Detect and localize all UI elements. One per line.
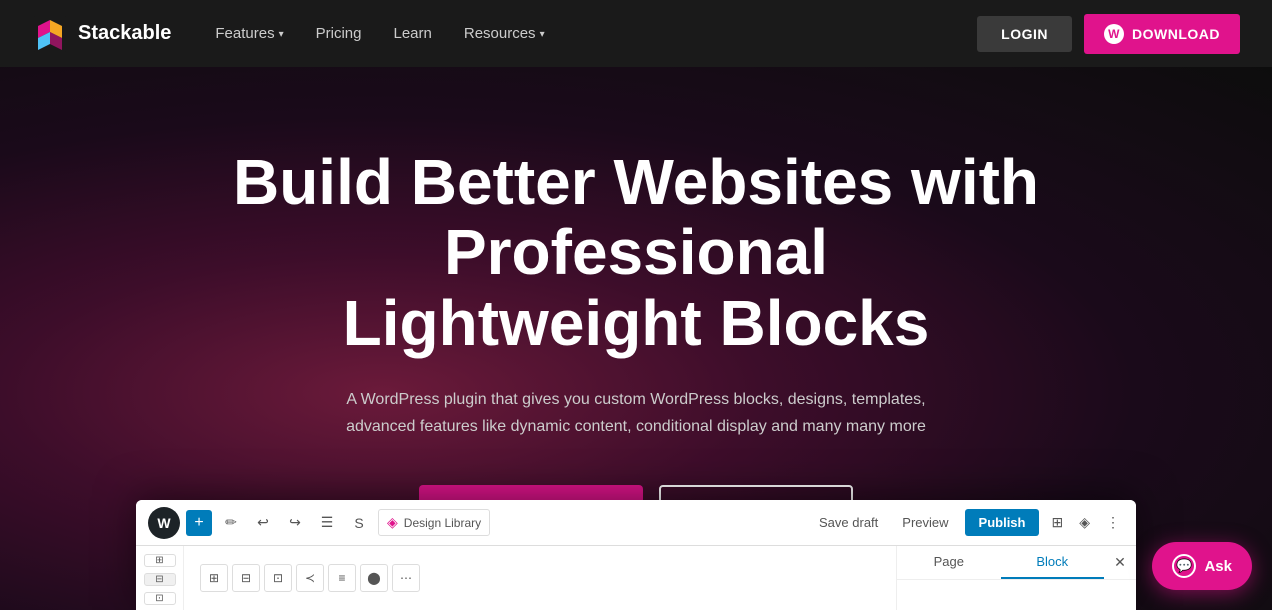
chat-widget[interactable]: 💬 Ask xyxy=(1152,542,1252,590)
block-columns-2-icon[interactable]: ⊟ xyxy=(144,573,176,586)
preview-button[interactable]: Preview xyxy=(894,511,956,534)
block-tool-7[interactable]: ⋯ xyxy=(392,564,420,592)
nav-features[interactable]: Features ▾ xyxy=(203,17,295,50)
block-tool-6[interactable]: ⬤ xyxy=(360,564,388,592)
editor-list-icon[interactable]: ☰ xyxy=(314,510,340,536)
editor-preview: W + ✏ ↩ ↪ ☰ S ◈ Design Library Save draf… xyxy=(136,500,1136,610)
chat-label: Ask xyxy=(1204,558,1232,575)
editor-strike-icon[interactable]: S xyxy=(346,510,372,536)
sidebar-tabs: Page Block ✕ xyxy=(897,546,1136,580)
editor-sidebar-left: ⊞ ⊟ ⊡ ≺≻ ≡ ⬤ ⋯ xyxy=(136,546,184,610)
wp-icon: W xyxy=(1104,24,1124,44)
editor-toolbar: W + ✏ ↩ ↪ ☰ S ◈ Design Library Save draf… xyxy=(136,500,1136,546)
nav-right: LOGIN W DOWNLOAD xyxy=(977,14,1240,54)
block-tool-3[interactable]: ⊡ xyxy=(264,564,292,592)
settings-icon[interactable]: ⊞ xyxy=(1047,510,1067,535)
design-library-button[interactable]: ◈ Design Library xyxy=(378,509,490,536)
login-button[interactable]: LOGIN xyxy=(977,16,1072,52)
editor-pencil-icon[interactable]: ✏ xyxy=(218,510,244,536)
editor-redo-icon[interactable]: ↪ xyxy=(282,510,308,536)
stackable-logo-icon xyxy=(32,16,68,52)
tab-page[interactable]: Page xyxy=(897,546,1001,579)
nav-learn[interactable]: Learn xyxy=(381,17,443,50)
block-tool-4[interactable]: ≺ xyxy=(296,564,324,592)
block-columns-icon[interactable]: ⊞ xyxy=(144,554,176,567)
hero-subtitle: A WordPress plugin that gives you custom… xyxy=(346,386,926,440)
save-draft-button[interactable]: Save draft xyxy=(811,511,886,534)
editor-wp-button[interactable]: W xyxy=(148,507,180,539)
publish-button[interactable]: Publish xyxy=(965,509,1040,536)
editor-undo-icon[interactable]: ↩ xyxy=(250,510,276,536)
block-tool-2[interactable]: ⊟ xyxy=(232,564,260,592)
nav-resources[interactable]: Resources ▾ xyxy=(452,17,557,50)
block-tool-5[interactable]: ≡ xyxy=(328,564,356,592)
editor-content: ⊞ ⊟ ⊡ ≺≻ ≡ ⬤ ⋯ ⊞ ⊟ ⊡ ≺ ≡ ⬤ ⋯ xyxy=(136,546,1136,610)
nav-links: Features ▾ Pricing Learn Resources ▾ xyxy=(203,17,556,50)
nav-left: Stackable Features ▾ Pricing Learn Resou… xyxy=(32,16,557,52)
editor-add-block-button[interactable]: + xyxy=(186,510,212,536)
editor-sidebar-right: Page Block ✕ xyxy=(896,546,1136,610)
stackable-toolbar-icon[interactable]: ◈ xyxy=(1075,510,1094,535)
editor-toolbar-right: Save draft Preview Publish ⊞ ◈ ⋮ xyxy=(811,509,1124,536)
resources-chevron-icon: ▾ xyxy=(540,29,545,40)
editor-toolbar-left: W + ✏ ↩ ↪ ☰ S ◈ Design Library xyxy=(148,507,490,539)
nav-pricing[interactable]: Pricing xyxy=(304,17,374,50)
features-chevron-icon: ▾ xyxy=(279,29,284,40)
tab-block[interactable]: Block xyxy=(1001,546,1105,579)
editor-main: ⊞ ⊟ ⊡ ≺ ≡ ⬤ ⋯ xyxy=(184,546,896,610)
download-button[interactable]: W DOWNLOAD xyxy=(1084,14,1240,54)
navbar: Stackable Features ▾ Pricing Learn Resou… xyxy=(0,0,1272,67)
block-grid-icon[interactable]: ⊡ xyxy=(144,592,176,605)
design-library-icon: ◈ xyxy=(387,514,398,531)
chat-bubble-icon: 💬 xyxy=(1172,554,1196,578)
sidebar-close-button[interactable]: ✕ xyxy=(1108,550,1132,574)
logo-text: Stackable xyxy=(78,22,171,45)
hero-title: Build Better Websites with Professional … xyxy=(226,147,1046,358)
logo-area[interactable]: Stackable xyxy=(32,16,171,52)
block-toolbar: ⊞ ⊟ ⊡ ≺ ≡ ⬤ ⋯ xyxy=(200,564,420,592)
block-tool-1[interactable]: ⊞ xyxy=(200,564,228,592)
more-options-icon[interactable]: ⋮ xyxy=(1102,510,1124,535)
hero-section: Build Better Websites with Professional … xyxy=(0,67,1272,610)
